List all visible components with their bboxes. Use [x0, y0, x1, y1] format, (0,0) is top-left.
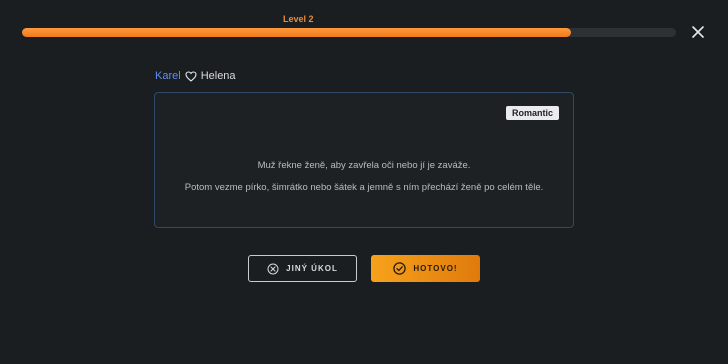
player-2-name: Helena: [200, 70, 236, 82]
done-button[interactable]: HOTOVO!: [371, 255, 480, 282]
progress-bar: [22, 28, 676, 37]
other-task-label: JINÝ ÚKOL: [286, 264, 338, 273]
level-label: Level 2: [283, 14, 314, 24]
progress-bar-fill: [22, 28, 572, 37]
close-button[interactable]: [688, 22, 708, 42]
task-line-1: Muž řekne ženě, aby zavřela oči nebo jí …: [257, 160, 471, 171]
close-icon: [692, 26, 704, 38]
task-line-2: Potom vezme pírko, šimrátko nebo šátek a…: [184, 182, 544, 193]
close-circle-icon: [267, 263, 279, 275]
category-badge: Romantic: [505, 106, 559, 120]
check-circle-icon: [393, 262, 407, 275]
player-1-name: Karel: [155, 70, 181, 82]
done-label: HOTOVO!: [413, 264, 458, 273]
task-description: Muž řekne ženě, aby zavřela oči nebo jí …: [155, 155, 573, 199]
other-task-button[interactable]: JINÝ ÚKOL: [248, 255, 357, 282]
players-row: Karel Helena: [155, 70, 236, 82]
heart-icon: [185, 70, 197, 82]
task-card: Romantic Muž řekne ženě, aby zavřela oči…: [154, 92, 574, 228]
